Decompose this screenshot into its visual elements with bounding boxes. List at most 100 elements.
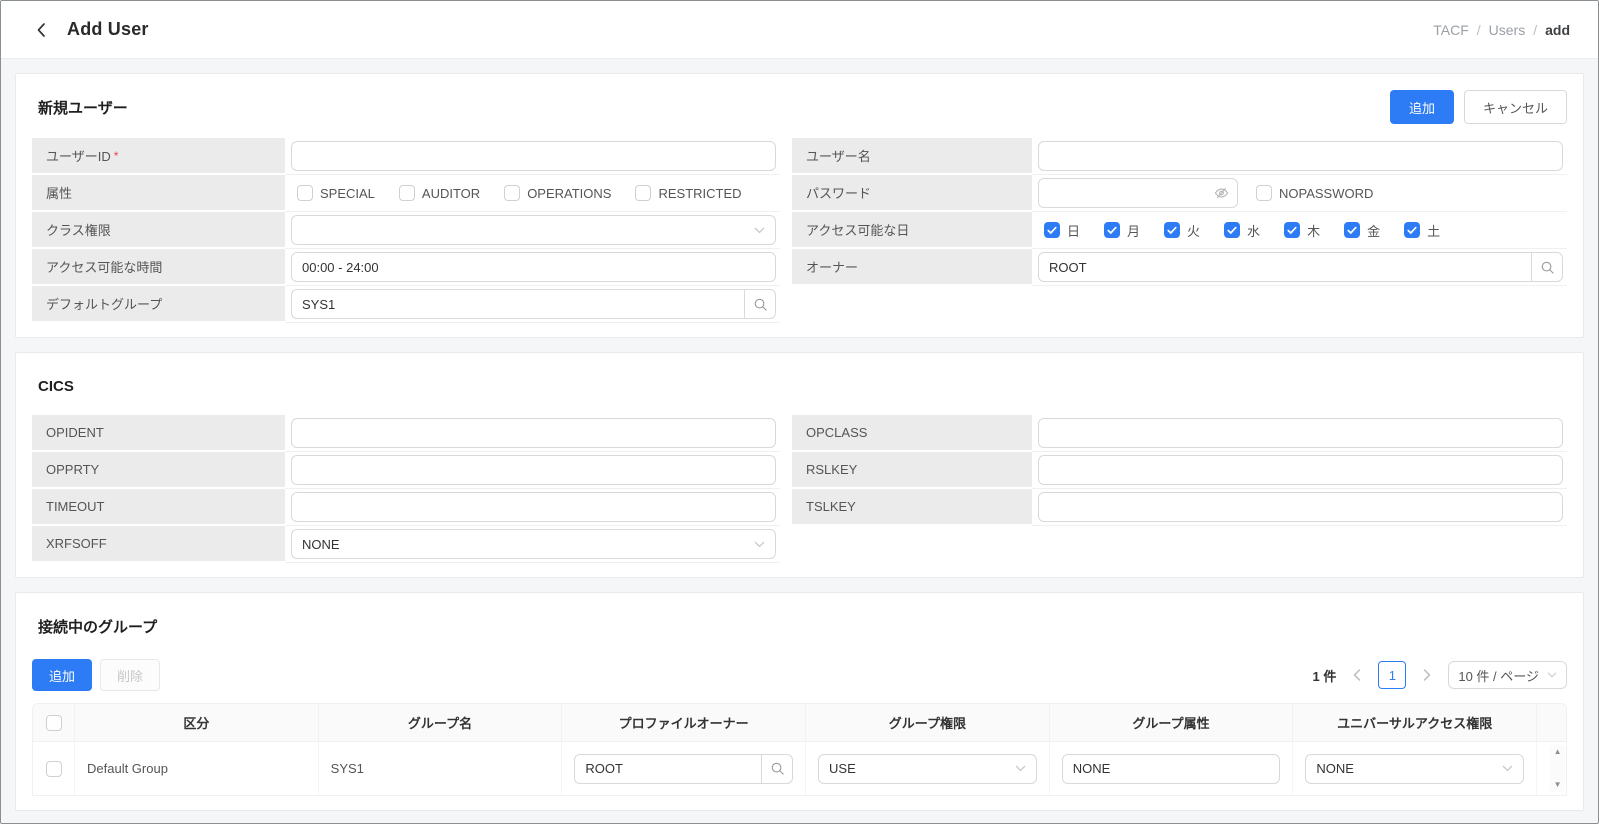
profile-owner-input[interactable] — [574, 754, 761, 784]
rslkey-input[interactable] — [1038, 455, 1563, 485]
total-count: 1 件 — [1313, 666, 1337, 685]
header-group-name: グループ名 — [319, 704, 563, 741]
class-auth-select[interactable] — [291, 215, 776, 245]
access-days-label: アクセス可能な日 — [792, 212, 1032, 249]
attributes-label: 属性 — [32, 175, 285, 212]
page-title: Add User — [67, 19, 149, 40]
xrfsoff-select[interactable]: NONE — [291, 529, 776, 559]
user-id-label: ユーザーID* — [32, 138, 285, 175]
checkbox-checked[interactable] — [1164, 222, 1180, 238]
back-button[interactable] — [29, 18, 53, 42]
cell-group-name: SYS1 — [319, 742, 563, 795]
checkbox-checked[interactable] — [1284, 222, 1300, 238]
owner-input[interactable] — [1038, 252, 1531, 282]
chevron-right-icon — [1423, 669, 1431, 681]
group-attr-input[interactable] — [1062, 754, 1281, 784]
checkbox-checked[interactable] — [1044, 222, 1060, 238]
eye-slash-icon[interactable] — [1214, 186, 1229, 205]
opclass-input[interactable] — [1038, 418, 1563, 448]
checkbox-checked[interactable] — [1344, 222, 1360, 238]
connected-groups-panel: 接続中のグループ 追加 削除 1 件 1 10 件 / ページ — [15, 592, 1584, 811]
cancel-button[interactable]: キャンセル — [1464, 90, 1567, 124]
connected-groups-title: 接続中のグループ — [32, 616, 157, 637]
attribute-checkbox-auditor[interactable]: AUDITOR — [399, 185, 480, 201]
access-time-input[interactable] — [291, 252, 776, 282]
opprty-input[interactable] — [291, 455, 776, 485]
default-group-input[interactable] — [291, 289, 744, 319]
chevron-down-icon — [1502, 765, 1513, 772]
default-group-search-button[interactable] — [744, 289, 776, 319]
table-scrollbar[interactable]: ▲ ▼ — [1550, 745, 1565, 792]
header-group-attr: グループ属性 — [1050, 704, 1294, 741]
breadcrumb: TACF / Users / add — [1433, 22, 1570, 38]
attribute-checkbox-restricted[interactable]: RESTRICTED — [635, 185, 741, 201]
cics-panel: CICS OPIDENT OPCLASS OPPRTY — [15, 352, 1584, 578]
add-user-button[interactable]: 追加 — [1390, 90, 1454, 124]
groups-table-header: 区分 グループ名 プロファイルオーナー グループ権限 グループ属性 ユニバーサル… — [33, 704, 1566, 742]
group-add-button[interactable]: 追加 — [32, 659, 92, 691]
timeout-label: TIMEOUT — [32, 489, 285, 526]
cics-form: OPIDENT OPCLASS OPPRTY RSLKEY — [32, 415, 1567, 563]
attribute-checkbox-operations[interactable]: OPERATIONS — [504, 185, 611, 201]
user-name-input[interactable] — [1038, 141, 1563, 171]
checkbox-checked[interactable] — [1224, 222, 1240, 238]
day-checkbox-fri[interactable]: 金 — [1344, 221, 1380, 240]
search-icon — [770, 761, 785, 776]
scroll-down-icon[interactable]: ▼ — [1554, 781, 1562, 789]
day-checkbox-thu[interactable]: 木 — [1284, 221, 1320, 240]
tslkey-input[interactable] — [1038, 492, 1563, 522]
pagination: 1 件 1 10 件 / ページ — [1313, 661, 1568, 689]
checkbox[interactable] — [399, 185, 415, 201]
next-page-button[interactable] — [1416, 664, 1438, 686]
page-size-select[interactable]: 10 件 / ページ — [1448, 661, 1567, 689]
owner-search-button[interactable] — [1531, 252, 1563, 282]
prev-page-button[interactable] — [1346, 664, 1368, 686]
attribute-checkbox-special[interactable]: SPECIAL — [297, 185, 375, 201]
cics-title: CICS — [32, 378, 74, 395]
profile-owner-search-button[interactable] — [761, 754, 793, 784]
opident-input[interactable] — [291, 418, 776, 448]
chevron-left-icon — [1353, 669, 1361, 681]
search-icon — [1540, 260, 1555, 275]
chevron-down-icon — [754, 227, 765, 234]
opident-label: OPIDENT — [32, 415, 285, 452]
day-checkbox-sat[interactable]: 土 — [1404, 221, 1440, 240]
header-category: 区分 — [75, 704, 319, 741]
opprty-label: OPPRTY — [32, 452, 285, 489]
checkbox[interactable] — [1256, 185, 1272, 201]
checkbox[interactable] — [297, 185, 313, 201]
opclass-label: OPCLASS — [792, 415, 1032, 452]
header-group-auth: グループ権限 — [806, 704, 1050, 741]
day-checkbox-tue[interactable]: 火 — [1164, 221, 1200, 240]
scroll-up-icon[interactable]: ▲ — [1554, 748, 1562, 756]
day-checkbox-mon[interactable]: 月 — [1104, 221, 1140, 240]
group-delete-button[interactable]: 削除 — [100, 659, 160, 691]
password-label: パスワード — [792, 175, 1032, 212]
row-checkbox[interactable] — [46, 761, 62, 777]
user-id-input[interactable] — [291, 141, 776, 171]
breadcrumb-separator: / — [1533, 22, 1537, 38]
checkbox-checked[interactable] — [1104, 222, 1120, 238]
checkbox-checked[interactable] — [1404, 222, 1420, 238]
default-group-label: デフォルトグループ — [32, 286, 285, 323]
search-icon — [753, 297, 768, 312]
groups-table: 区分 グループ名 プロファイルオーナー グループ権限 グループ属性 ユニバーサル… — [32, 703, 1567, 796]
day-checkbox-sun[interactable]: 日 — [1044, 221, 1080, 240]
nopassword-checkbox[interactable]: NOPASSWORD — [1256, 185, 1373, 201]
chevron-down-icon — [754, 541, 765, 548]
password-input[interactable] — [1038, 178, 1238, 208]
breadcrumb-root[interactable]: TACF — [1433, 22, 1469, 38]
day-checkbox-wed[interactable]: 水 — [1224, 221, 1260, 240]
groups-toolbar: 追加 削除 1 件 1 10 件 / ページ — [32, 659, 1567, 691]
checkbox[interactable] — [635, 185, 651, 201]
select-all-checkbox[interactable] — [46, 715, 62, 731]
page-number-button[interactable]: 1 — [1378, 661, 1406, 689]
checkbox[interactable] — [504, 185, 520, 201]
chevron-down-icon — [1015, 765, 1026, 772]
breadcrumb-section[interactable]: Users — [1489, 22, 1526, 38]
timeout-input[interactable] — [291, 492, 776, 522]
header-profile-owner: プロファイルオーナー — [562, 704, 806, 741]
top-bar: Add User TACF / Users / add — [1, 1, 1598, 59]
universal-access-select[interactable]: NONE — [1305, 754, 1524, 784]
group-auth-select[interactable]: USE — [818, 754, 1037, 784]
